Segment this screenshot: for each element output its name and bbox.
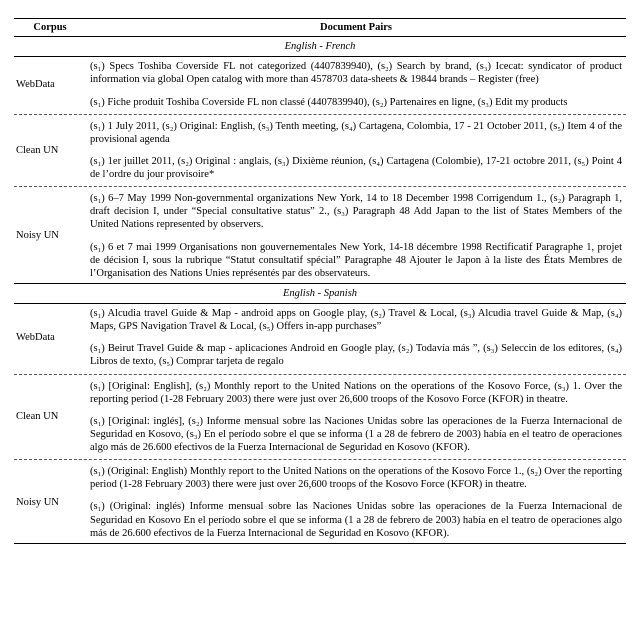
corpus-label: Noisy UN (14, 189, 86, 283)
doc-target: (s₁) (Original: inglés) Informe mensual … (86, 497, 626, 543)
doc-source: (s₁) 1 July 2011, (s₂) Original: English… (86, 117, 626, 149)
corpus-label: Clean UN (14, 117, 86, 185)
doc-source: (s₁) (Original: English) Monthly report … (86, 462, 626, 494)
corpus-label: WebData (14, 57, 86, 112)
header-docpairs: Document Pairs (86, 19, 626, 37)
doc-target: (s₁) 6 et 7 mai 1999 Organisations non g… (86, 238, 626, 284)
lang-en-fr: English - French (14, 37, 626, 57)
header-corpus: Corpus (14, 19, 86, 37)
corpus-label: WebData (14, 304, 86, 372)
row-divider (14, 459, 626, 460)
doc-target: (s₁) [Original: inglés], (s₂) Informe me… (86, 412, 626, 457)
doc-source: (s₁) [Original: English], (s₂) Monthly r… (86, 377, 626, 409)
row-divider (14, 114, 626, 115)
corpus-label: Clean UN (14, 377, 86, 458)
doc-source: (s₁) Specs Toshiba Coverside FL not cate… (86, 57, 626, 90)
document-pairs-table: Corpus Document Pairs English - French W… (14, 18, 626, 544)
row-divider (14, 186, 626, 187)
row-divider (14, 374, 626, 375)
doc-source: (s₁) 6–7 May 1999 Non-governmental organ… (86, 189, 626, 234)
doc-target: (s₁) 1er juillet 2011, (s₂) Original : a… (86, 152, 626, 184)
doc-source: (s₁) Alcudia travel Guide & Map - androi… (86, 304, 626, 337)
doc-target: (s₁) Beirut Travel Guide & map - aplicac… (86, 339, 626, 371)
lang-en-es: English - Spanish (14, 283, 626, 303)
doc-target: (s₁) Fiche produit Toshiba Coverside FL … (86, 93, 626, 112)
corpus-label: Noisy UN (14, 462, 86, 543)
